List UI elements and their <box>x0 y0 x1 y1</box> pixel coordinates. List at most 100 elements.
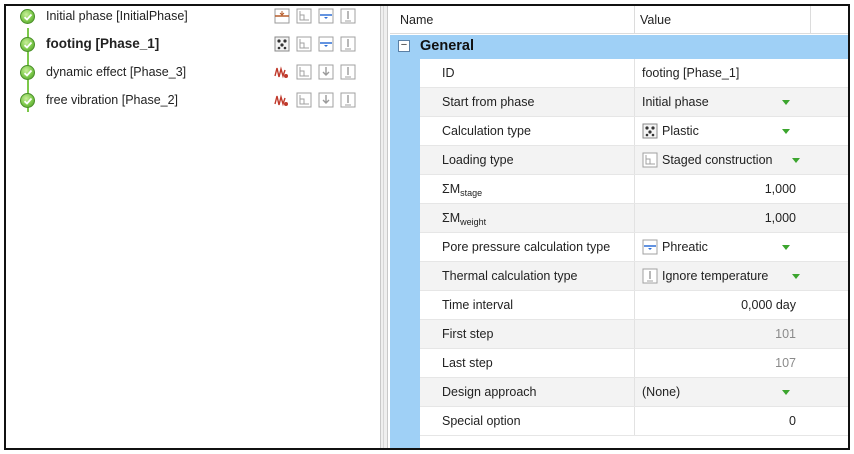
dropdown-arrow-icon[interactable] <box>792 158 800 163</box>
calculated-status-icon <box>20 93 35 108</box>
phase-explorer: Initial phase [InitialPhase] footing [Ph… <box>6 6 380 448</box>
property-row-design-approach[interactable]: Design approach (None) <box>420 378 848 407</box>
property-value[interactable]: Ignore temperature <box>662 269 768 283</box>
calculated-status-icon <box>20 9 35 24</box>
dropdown-arrow-icon[interactable] <box>782 129 790 134</box>
property-row-loading-type[interactable]: Loading type Staged construction <box>420 146 848 175</box>
cell-divider <box>634 175 635 203</box>
cell-divider <box>634 233 635 261</box>
property-value[interactable]: Plastic <box>662 124 699 138</box>
property-row-first-step: First step 101 <box>420 320 848 349</box>
grid-header: Name Value <box>390 6 848 34</box>
property-value[interactable]: (None) <box>642 385 680 399</box>
property-name: ΣMstage <box>442 182 483 198</box>
property-value[interactable]: Staged construction <box>662 153 773 167</box>
property-row-time-interval[interactable]: Time interval 0,000 day <box>420 291 848 320</box>
property-name: ID <box>442 66 455 80</box>
property-value[interactable]: 1,000 <box>765 211 796 225</box>
dropdown-arrow-icon[interactable] <box>782 245 790 250</box>
cell-divider <box>634 204 635 232</box>
phase-row-dynamic-effect[interactable]: dynamic effect [Phase_3] <box>6 62 380 84</box>
calculated-status-icon <box>20 65 35 80</box>
use-previous-icon <box>318 92 334 108</box>
cell-divider <box>634 291 635 319</box>
property-row-thermal-type[interactable]: Thermal calculation type Ignore temperat… <box>420 262 848 291</box>
property-name: Design approach <box>442 385 537 399</box>
property-row-sum-m-weight[interactable]: ΣMweight 1,000 <box>420 204 848 233</box>
column-header-name[interactable]: Name <box>400 13 433 27</box>
phase-row-initial[interactable]: Initial phase [InitialPhase] <box>6 6 380 28</box>
phase-property-grid: Name Value − General ID footing [Phase_1… <box>390 6 848 448</box>
property-name: Thermal calculation type <box>442 269 578 283</box>
property-value: 101 <box>775 327 796 341</box>
property-name: Start from phase <box>442 95 535 109</box>
property-value[interactable]: Initial phase <box>642 95 709 109</box>
gravity-loading-icon <box>274 8 290 24</box>
phase-label: footing [Phase_1] <box>46 36 160 51</box>
phase-label: dynamic effect [Phase_3] <box>46 65 187 79</box>
panel-splitter[interactable] <box>380 6 388 448</box>
property-value[interactable]: Phreatic <box>662 240 708 254</box>
phreatic-icon <box>318 36 334 52</box>
staged-construction-icon <box>296 64 312 80</box>
staged-construction-icon <box>296 92 312 108</box>
ignore-temperature-icon <box>642 268 658 287</box>
cell-divider <box>634 407 635 435</box>
group-indent-strip <box>390 59 420 448</box>
dropdown-arrow-icon[interactable] <box>792 274 800 279</box>
property-name: Calculation type <box>442 124 531 138</box>
phase-row-footing[interactable]: footing [Phase_1] <box>6 34 380 56</box>
cell-divider <box>634 349 635 377</box>
dropdown-arrow-icon[interactable] <box>782 100 790 105</box>
dynamic-icon <box>274 64 290 80</box>
group-label: General <box>420 38 474 54</box>
dynamic-icon <box>274 92 290 108</box>
phase-label: Initial phase [InitialPhase] <box>46 9 188 23</box>
property-name: First step <box>442 327 494 341</box>
property-value[interactable]: 0 <box>789 414 796 428</box>
property-row-id[interactable]: ID footing [Phase_1] <box>420 59 848 88</box>
group-general[interactable]: − General <box>390 35 848 59</box>
ignore-temperature-icon <box>340 92 356 108</box>
property-name: ΣMweight <box>442 211 487 227</box>
collapse-toggle-icon[interactable]: − <box>398 40 410 52</box>
ignore-temperature-icon <box>340 36 356 52</box>
phase-row-free-vibration[interactable]: free vibration [Phase_2] <box>6 90 380 112</box>
property-name: Loading type <box>442 153 514 167</box>
staged-construction-icon <box>296 8 312 24</box>
cell-divider <box>634 262 635 290</box>
cell-divider <box>634 146 635 174</box>
plastic-icon <box>274 36 290 52</box>
property-row-calculation-type[interactable]: Calculation type Plastic <box>420 117 848 146</box>
column-divider[interactable] <box>810 6 811 34</box>
property-value: 107 <box>775 356 796 370</box>
property-row-sum-m-stage[interactable]: ΣMstage 1,000 <box>420 175 848 204</box>
column-header-value[interactable]: Value <box>640 13 671 27</box>
property-value[interactable]: footing [Phase_1] <box>642 66 739 80</box>
cell-divider <box>634 117 635 145</box>
dropdown-arrow-icon[interactable] <box>782 390 790 395</box>
phases-window: Initial phase [InitialPhase] footing [Ph… <box>4 4 850 450</box>
cell-divider <box>634 378 635 406</box>
property-value[interactable]: 0,000 day <box>741 298 796 312</box>
cell-divider <box>634 88 635 116</box>
column-divider[interactable] <box>634 6 635 34</box>
use-previous-icon <box>318 64 334 80</box>
phase-label: free vibration [Phase_2] <box>46 93 179 107</box>
phreatic-icon <box>642 239 658 258</box>
cell-divider <box>634 320 635 348</box>
calculated-status-icon <box>20 37 35 52</box>
property-row-special-option[interactable]: Special option 0 <box>420 407 848 436</box>
ignore-temperature-icon <box>340 64 356 80</box>
splitter-grip <box>383 6 385 448</box>
property-value[interactable]: 1,000 <box>765 182 796 196</box>
plastic-icon <box>642 123 658 142</box>
staged-construction-icon <box>642 152 658 171</box>
staged-construction-icon <box>296 36 312 52</box>
ignore-temperature-icon <box>340 8 356 24</box>
property-row-start-from-phase[interactable]: Start from phase Initial phase <box>420 88 848 117</box>
property-name: Time interval <box>442 298 514 312</box>
cell-divider <box>634 59 635 87</box>
property-name: Special option <box>442 414 521 428</box>
property-row-pore-pressure-type[interactable]: Pore pressure calculation type Phreatic <box>420 233 848 262</box>
